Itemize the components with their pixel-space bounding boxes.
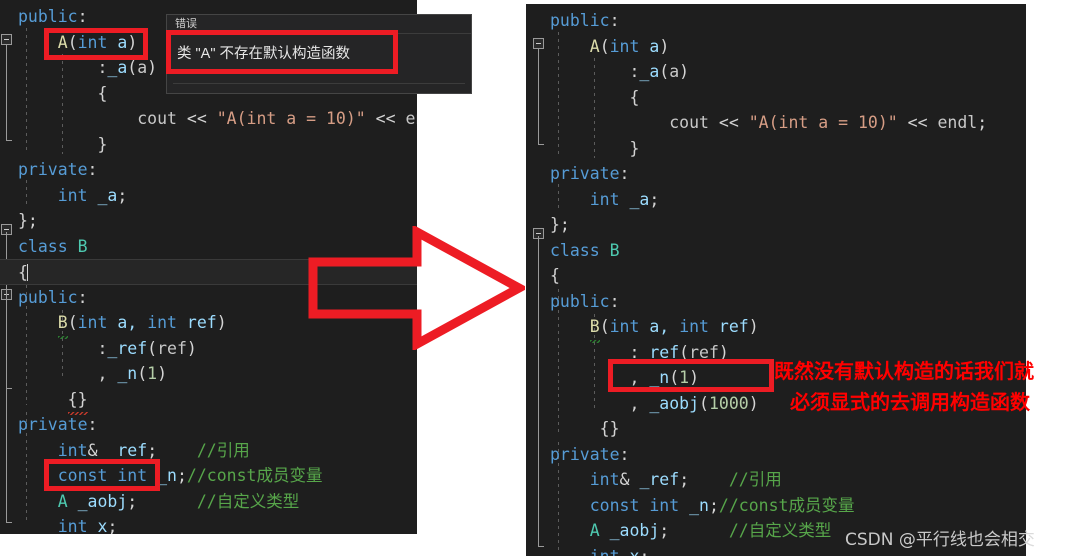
code-line[interactable]: const int _n;//const成员变量 (0, 463, 417, 489)
transform-arrow-icon (308, 226, 525, 350)
code-line[interactable]: class B (526, 238, 1026, 264)
code-line[interactable]: { (526, 85, 1026, 111)
code-line[interactable]: private: (526, 442, 1026, 468)
code-line[interactable]: int x; (0, 514, 417, 534)
code-line[interactable]: } (526, 136, 1026, 162)
error-tooltip-header: 错误 (167, 15, 471, 34)
code-line[interactable]: public: (526, 8, 1026, 34)
code-line[interactable]: private: (526, 161, 1026, 187)
code-line[interactable]: { (526, 263, 1026, 289)
code-line[interactable]: int _a; (526, 187, 1026, 213)
code-line[interactable]: {} (0, 387, 417, 415)
code-line[interactable]: A(int a) (526, 34, 1026, 60)
csdn-watermark: CSDN @平行线也会相交 (845, 530, 1035, 550)
tooltip-divider (173, 83, 465, 84)
code-line[interactable]: int& _ref; //引用 (526, 467, 1026, 493)
code-line[interactable]: , _n(1) (0, 361, 417, 387)
code-line[interactable]: private: (0, 412, 417, 438)
text-caret (26, 264, 28, 281)
annotation-line-2: 必须显式的去调用构造函数 (790, 390, 1030, 414)
after-code-editor[interactable]: public: A(int a) :_a(a) { cout << "A(int… (526, 4, 1026, 556)
code-line[interactable]: :_a(a) (526, 59, 1026, 85)
code-line[interactable]: B(int a, int ref) (526, 314, 1026, 342)
code-line[interactable]: } (0, 132, 417, 158)
code-line[interactable]: {} (526, 416, 1026, 442)
after-code-area[interactable]: public: A(int a) :_a(a) { cout << "A(int… (526, 4, 1026, 556)
error-tooltip-message: 类 "A" 不存在默认构造函数 (177, 46, 351, 62)
code-line[interactable]: private: (0, 157, 417, 183)
code-line[interactable]: const int _n;//const成员变量 (526, 493, 1026, 519)
annotation-line-1: 既然没有默认构造的话我们就 (774, 359, 1034, 383)
code-line[interactable]: cout << "A(int a = 10)" << endl; (0, 106, 417, 132)
code-line[interactable]: cout << "A(int a = 10)" << endl; (526, 110, 1026, 136)
code-line[interactable]: int _a; (0, 183, 417, 209)
code-line[interactable]: public: (526, 289, 1026, 315)
code-line[interactable]: }; (526, 212, 1026, 238)
error-tooltip: 错误 类 "A" 不存在默认构造函数 (166, 14, 472, 94)
code-line[interactable]: int& _ref; //引用 (0, 438, 417, 464)
explanation-annotation: 既然没有默认构造的话我们就 必须显式的去调用构造函数 (774, 356, 1074, 418)
code-line[interactable]: A _aobj; //自定义类型 (0, 489, 417, 515)
